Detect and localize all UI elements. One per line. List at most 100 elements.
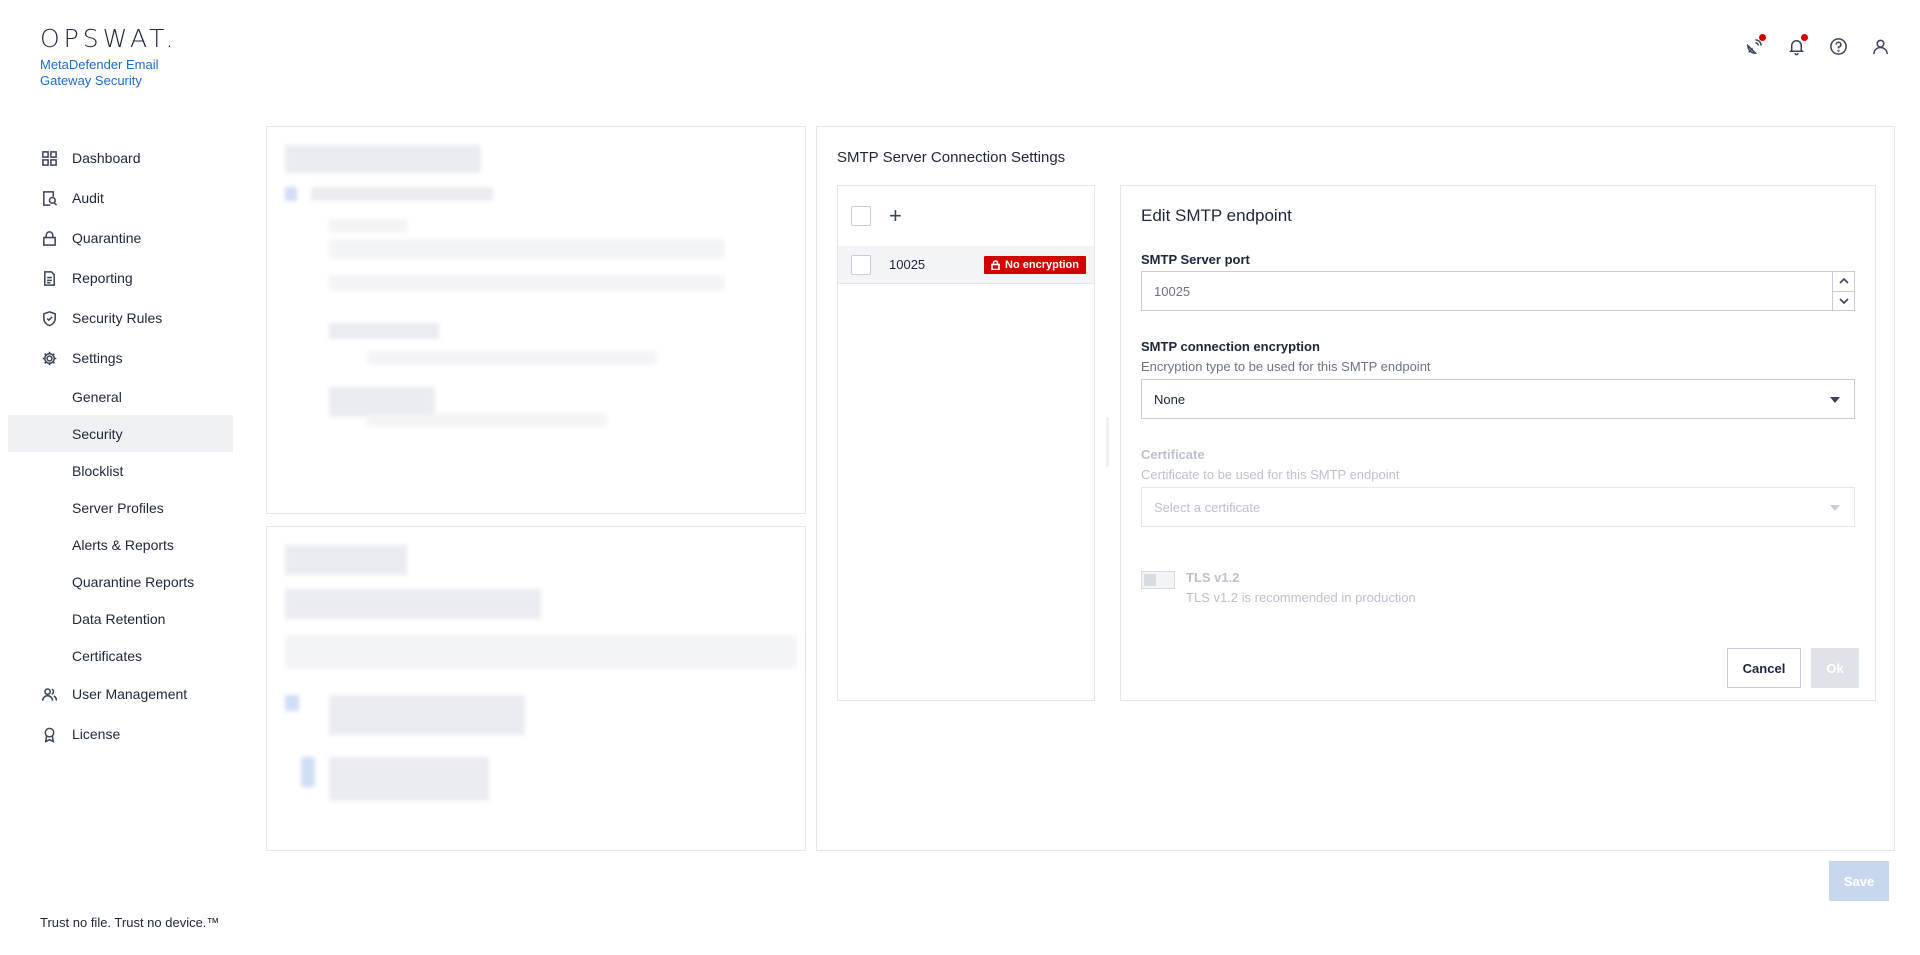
endpoint-port: 10025 [889, 257, 926, 272]
users-icon [40, 685, 58, 703]
header-actions [1744, 34, 1890, 56]
award-icon [40, 725, 58, 743]
sidebar-item-dashboard[interactable]: Dashboard [0, 138, 240, 178]
encryption-status-badge: No encryption [984, 255, 1086, 274]
sidebar-item-user-management[interactable]: User Management [0, 674, 240, 714]
dashboard-grid-icon [40, 149, 58, 167]
audit-icon [40, 189, 58, 207]
blurred-content [285, 695, 299, 711]
sidebar-item-quarantine[interactable]: Quarantine [0, 218, 240, 258]
satellite-dish-icon[interactable] [1744, 34, 1766, 56]
sidebar-subitem-server-profiles[interactable]: Server Profiles [0, 489, 240, 526]
tls-hint: TLS v1.2 is recommended in production [1186, 590, 1416, 605]
sidebar-item-label: Dashboard [72, 150, 141, 166]
sidebar-subitem-alerts-reports[interactable]: Alerts & Reports [0, 526, 240, 563]
blurred-content [367, 351, 657, 365]
form-title: Edit SMTP endpoint [1141, 206, 1292, 225]
port-value: 10025 [1154, 283, 1191, 299]
certificate-hint: Certificate to be used for this SMTP end… [1141, 467, 1400, 482]
select-all-checkbox[interactable] [851, 206, 871, 226]
sidebar-item-license[interactable]: License [0, 714, 240, 754]
decrement-button[interactable] [1833, 290, 1854, 311]
toggle-knob [1144, 574, 1156, 586]
sidebar-subitem-quarantine-reports[interactable]: Quarantine Reports [0, 563, 240, 600]
sidebar-subitem-blocklist[interactable]: Blocklist [0, 452, 240, 489]
caret-down-icon [1830, 505, 1840, 511]
encryption-hint: Encryption type to be used for this SMTP… [1141, 359, 1431, 374]
sidebar-item-label: Reporting [72, 270, 133, 286]
blurred-content [329, 275, 725, 291]
edit-endpoint-form: Edit SMTP endpoint SMTP Server port 1002… [1120, 185, 1876, 701]
blurred-content [329, 757, 489, 801]
notification-dot [1801, 34, 1808, 41]
panel-title: SMTP Server Connection Settings [837, 149, 1066, 166]
caret-down-icon [1830, 397, 1840, 403]
product-name[interactable]: MetaDefender Email Gateway Security [40, 57, 180, 89]
sidebar-item-settings[interactable]: Settings [0, 338, 240, 378]
notification-dot [1759, 34, 1766, 41]
blurred-content [285, 589, 541, 619]
encryption-select[interactable]: None [1141, 379, 1855, 419]
add-endpoint-button[interactable]: + [889, 205, 902, 227]
gear-icon [40, 349, 58, 367]
sidebar-item-reporting[interactable]: Reporting [0, 258, 240, 298]
tagline: Trust no file. Trust no device.™ [40, 915, 220, 930]
blurred-content [329, 323, 439, 339]
sidebar-subitem-data-retention[interactable]: Data Retention [0, 600, 240, 637]
badge-label: No encryption [1005, 258, 1079, 271]
chevron-up-icon [1838, 278, 1849, 284]
opswat-logo[interactable]: OPSWAT. [40, 26, 180, 51]
encryption-value: None [1154, 391, 1186, 407]
blurred-content [329, 239, 725, 259]
user-icon[interactable] [1870, 36, 1890, 56]
chevron-down-icon [1838, 298, 1849, 304]
sidebar-item-label: Security Rules [72, 310, 163, 326]
sidebar-subitem-certificates[interactable]: Certificates [0, 637, 240, 674]
blurred-content [285, 187, 297, 201]
smtp-settings-panel: SMTP Server Connection Settings + 10025 … [816, 126, 1895, 851]
sidebar-item-label: Settings [72, 350, 123, 366]
endpoint-checkbox[interactable] [851, 254, 871, 275]
endpoint-row[interactable]: 10025 No encryption [838, 246, 1094, 284]
blurred-content [301, 757, 315, 787]
blurred-content [367, 413, 607, 427]
sidebar-item-label: User Management [72, 686, 188, 702]
blurred-card-bottom [266, 526, 806, 851]
document-icon [40, 269, 58, 287]
blurred-card-top [266, 126, 806, 514]
lock-icon [40, 229, 58, 247]
sidebar-subitem-general[interactable]: General [0, 378, 240, 415]
certificate-placeholder: Select a certificate [1154, 499, 1261, 515]
certificate-label: Certificate [1141, 447, 1205, 462]
port-stepper [1832, 272, 1854, 310]
blurred-content [329, 219, 407, 233]
lock-icon [991, 259, 1000, 270]
save-button[interactable]: Save [1829, 861, 1889, 901]
endpoint-list-header: + [838, 186, 1094, 246]
cancel-button[interactable]: Cancel [1727, 648, 1801, 688]
pane-resize-handle[interactable] [1106, 417, 1109, 467]
tls-label: TLS v1.2 [1186, 570, 1240, 585]
blurred-content [285, 545, 407, 575]
sidebar-item-label: Audit [72, 190, 104, 206]
sidebar-item-label: License [72, 726, 121, 742]
blurred-content [311, 187, 493, 201]
help-circle-icon[interactable] [1828, 36, 1848, 56]
endpoint-list: + 10025 No encryption [837, 185, 1095, 701]
blurred-content [329, 695, 525, 735]
bell-icon[interactable] [1786, 34, 1808, 56]
sidebar-item-security-rules[interactable]: Security Rules [0, 298, 240, 338]
blurred-content [285, 145, 481, 173]
shield-check-icon [40, 309, 58, 327]
port-input[interactable]: 10025 [1141, 271, 1855, 311]
ok-button[interactable]: Ok [1811, 648, 1859, 688]
sidebar-item-audit[interactable]: Audit [0, 178, 240, 218]
sidebar-nav: Dashboard Audit Quarantine Reporting Sec… [0, 138, 240, 754]
increment-button[interactable] [1833, 272, 1854, 291]
port-label: SMTP Server port [1141, 252, 1250, 267]
sidebar-subitem-security[interactable]: Security [8, 415, 233, 452]
tls-toggle[interactable] [1141, 571, 1175, 589]
blurred-content [285, 635, 797, 669]
certificate-select[interactable]: Select a certificate [1141, 487, 1855, 527]
sidebar-item-label: Quarantine [72, 230, 142, 246]
